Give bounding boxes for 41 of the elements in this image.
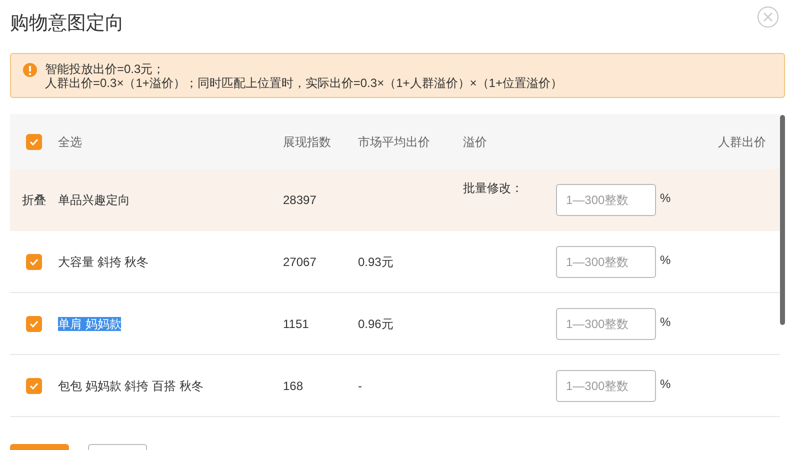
batch-label: 批量修改： [463,181,523,195]
unit-label: % [660,376,671,392]
checkbox[interactable] [26,254,42,270]
warning-icon [23,63,37,77]
input-field[interactable]: 1—300整数 [556,184,656,216]
input-field[interactable]: 1—300整数 [556,308,656,340]
column-header: 溢价 [463,134,487,150]
table-cell: 包包 妈妈款 斜挎 百搭 秋冬 [58,378,204,392]
table-cell: 大容量 斜挎 秋冬 [58,254,149,268]
column-header: 人群出价 [718,134,767,150]
table-cell-text: - [358,378,362,394]
cancel-button[interactable] [88,444,147,450]
notice-text: 人群出价=0.3×（1+溢价）；同时匹配上位置时，实际出价=0.3×（1+人群溢价）×（1+位置溢价） [45,76,562,90]
table-cell-text: 0.96元 [358,316,394,332]
collapse-link[interactable]: 折叠 [22,191,46,209]
scrollbar[interactable] [780,115,785,325]
table-cell: 单肩 妈妈款 [58,316,122,330]
column-header: 全选 [58,134,82,150]
unit-label: % [660,190,671,207]
group-name: 单品兴趣定向 [58,192,130,209]
check-icon [29,318,39,328]
close-icon[interactable] [757,6,779,28]
column-header: 展现指数 [283,134,331,150]
unit-label: % [660,314,671,330]
input-field[interactable]: 1—300整数 [556,246,656,278]
check-icon [29,256,39,266]
table-cell-text: 0.93元 [358,254,394,270]
table-cell-text: 168 [283,378,304,394]
table-cell-text: 1151 [283,316,309,332]
input-field[interactable]: 1—300整数 [556,370,656,402]
checkbox[interactable] [26,378,42,394]
table-cell-text: 28397 [283,192,316,209]
checkbox[interactable] [26,316,42,332]
unit-label: % [660,252,671,268]
check-icon [29,136,39,146]
check-icon [29,380,39,390]
dialog-title: 购物意图定向 [10,12,124,36]
table-cell-text: 27067 [283,254,316,270]
checkbox[interactable] [26,134,42,150]
column-header: 市场平均出价 [358,134,430,150]
notice-text: 智能投放出价=0.3元； [45,62,166,76]
